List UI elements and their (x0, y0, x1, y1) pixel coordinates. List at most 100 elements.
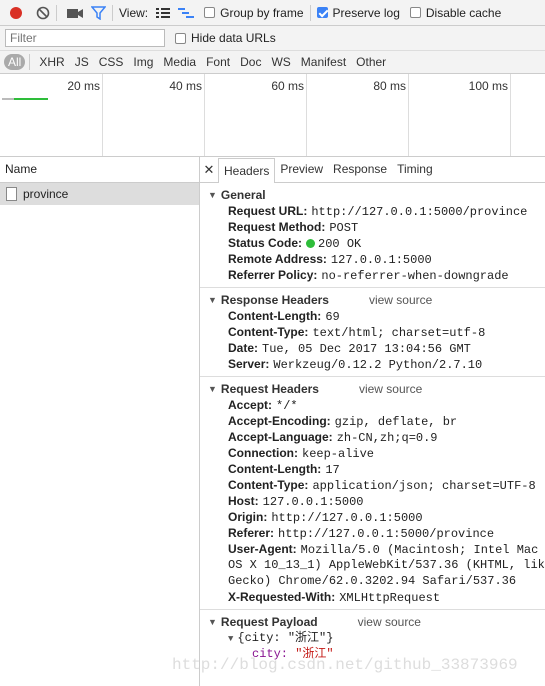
network-toolbar: View: Group by frame Preserve log Disabl… (0, 0, 545, 26)
type-filter-all[interactable]: All (4, 54, 26, 70)
triangle-down-icon: ▼ (208, 295, 217, 305)
request-headers-title: Request Headers (220, 382, 319, 396)
record-icon (10, 6, 22, 19)
preserve-log-checkbox[interactable]: Preserve log (316, 0, 400, 25)
timeline-gridline (408, 74, 409, 156)
checkbox-icon (175, 32, 186, 44)
header-row: Content-Type: application/json; charset=U… (228, 478, 536, 493)
timeline-tick-label: 60 ms (271, 79, 304, 93)
timeline-tick-label: 40 ms (169, 79, 202, 93)
timeline-gridline (306, 74, 307, 156)
group-by-frame-label: Group by frame (220, 5, 304, 20)
header-row: Status Code: 200 OK (228, 236, 362, 251)
tab-headers[interactable]: Headers (218, 158, 276, 183)
header-row: Referrer Policy: no-referrer-when-downgra… (228, 268, 509, 283)
type-separator (29, 54, 31, 70)
timeline-gridline (102, 74, 103, 156)
header-row: Connection: keep-alive (228, 446, 375, 461)
tab-preview[interactable]: Preview (275, 157, 328, 182)
record-button[interactable] (9, 0, 23, 25)
response-headers-section-toggle[interactable]: ▼ Response Headers view source (200, 292, 545, 308)
timeline-request-wait-bar (2, 98, 14, 100)
filter-toggle-button[interactable] (91, 0, 106, 25)
header-row: User-Agent: Mozilla/5.0 (Macintosh; Intel… (228, 542, 539, 557)
header-row: Server: Werkzeug/0.12.2 Python/2.7.10 (228, 357, 483, 372)
type-filter-img[interactable]: Img (128, 55, 158, 69)
triangle-down-icon: ▼ (208, 190, 217, 200)
hide-data-urls-checkbox[interactable]: Hide data URLs (175, 26, 276, 51)
general-section-toggle[interactable]: ▼ General (200, 187, 545, 203)
view-label: View: (119, 5, 149, 20)
type-filter-css[interactable]: CSS (94, 55, 129, 69)
group-by-frame-checkbox[interactable]: Group by frame (204, 0, 304, 25)
view-source-link[interactable]: view source (358, 615, 421, 629)
name-column-header[interactable]: Name (0, 157, 199, 183)
triangle-down-icon: ▼ (228, 634, 234, 644)
document-icon (6, 187, 17, 201)
general-title: General (220, 188, 266, 202)
timeline-tick-label: 80 ms (373, 79, 406, 93)
header-row: Referer: http://127.0.0.1:5000/province (228, 526, 495, 541)
timeline-overview[interactable]: 20 ms 40 ms 60 ms 80 ms 100 ms (0, 74, 545, 157)
type-filter-doc[interactable]: Doc (235, 55, 266, 69)
header-row: X-Requested-With: XMLHttpRequest (228, 590, 441, 605)
request-headers-section-toggle[interactable]: ▼ Request Headers view source (200, 381, 545, 397)
header-row: Content-Length: 69 (228, 309, 340, 324)
camera-icon (67, 8, 83, 18)
tab-timing[interactable]: Timing (392, 157, 438, 182)
user-agent-continued: OS X 10_13_1) AppleWebKit/537.36 (KHTML,… (228, 558, 545, 572)
header-row: Date: Tue, 05 Dec 2017 13:04:56 GMT (228, 341, 471, 356)
watermark: http://blog.csdn.net/github_33873969 (172, 656, 518, 674)
request-row[interactable]: province (0, 183, 199, 205)
user-agent-continued: Gecko) Chrome/62.0.3202.94 Safari/537.36 (228, 574, 517, 588)
type-filter-font[interactable]: Font (201, 55, 235, 69)
type-filter-manifest[interactable]: Manifest (296, 55, 351, 69)
disable-cache-label: Disable cache (425, 5, 502, 20)
header-row: Request URL: http://127.0.0.1:5000/provin… (228, 204, 528, 219)
details-tabs: ✕ Headers Preview Response Timing (200, 157, 545, 183)
large-rows-button[interactable] (156, 0, 171, 25)
section-divider (200, 376, 545, 377)
type-filter-js[interactable]: JS (70, 55, 94, 69)
header-row: Accept: */* (228, 398, 298, 413)
clear-icon (36, 6, 50, 19)
request-payload-title: Request Payload (220, 615, 318, 629)
screenshot-button[interactable] (67, 0, 83, 25)
view-source-link[interactable]: view source (359, 382, 422, 396)
list-view-icon (156, 7, 171, 18)
payload-object[interactable]: ▼ {city: "浙江"} (200, 630, 545, 646)
filter-bar: Hide data URLs (0, 26, 545, 51)
request-details: ✕ Headers Preview Response Timing ▼ Gene… (200, 157, 545, 686)
header-row: Host: 127.0.0.1:5000 (228, 494, 364, 509)
type-filter-xhr[interactable]: XHR (34, 55, 69, 69)
type-filter-other[interactable]: Other (351, 55, 391, 69)
timeline-gridline (510, 74, 511, 156)
type-filter-media[interactable]: Media (158, 55, 201, 69)
triangle-down-icon: ▼ (208, 384, 217, 394)
triangle-down-icon: ▼ (208, 617, 217, 627)
resource-type-filter: All XHR JS CSS Img Media Font Doc WS Man… (0, 51, 545, 74)
tab-response[interactable]: Response (328, 157, 392, 182)
filter-input[interactable] (5, 29, 165, 47)
disable-cache-checkbox[interactable]: Disable cache (409, 0, 502, 25)
filter-icon (91, 5, 106, 20)
timeline-tick-label: 100 ms (468, 79, 508, 93)
waterfall-button[interactable] (178, 0, 195, 25)
hide-data-urls-label: Hide data URLs (191, 31, 276, 45)
header-row: Content-Length: 17 (228, 462, 340, 477)
request-payload-section-toggle[interactable]: ▼ Request Payload view source (200, 614, 545, 630)
section-divider (200, 609, 545, 610)
type-filter-ws[interactable]: WS (266, 55, 295, 69)
view-source-link[interactable]: view source (369, 293, 432, 307)
header-row: Request Method: POST (228, 220, 359, 235)
header-row: Accept-Encoding: gzip, deflate, br (228, 414, 458, 429)
header-row: Content-Type: text/html; charset=utf-8 (228, 325, 486, 340)
request-name: province (23, 187, 69, 201)
clear-button[interactable] (36, 0, 50, 25)
close-details-icon[interactable]: ✕ (200, 157, 218, 182)
header-row: Origin: http://127.0.0.1:5000 (228, 510, 423, 525)
waterfall-icon (178, 7, 195, 18)
timeline-tick-label: 20 ms (67, 79, 100, 93)
toolbar-separator (56, 4, 57, 21)
response-headers-title: Response Headers (220, 293, 329, 307)
